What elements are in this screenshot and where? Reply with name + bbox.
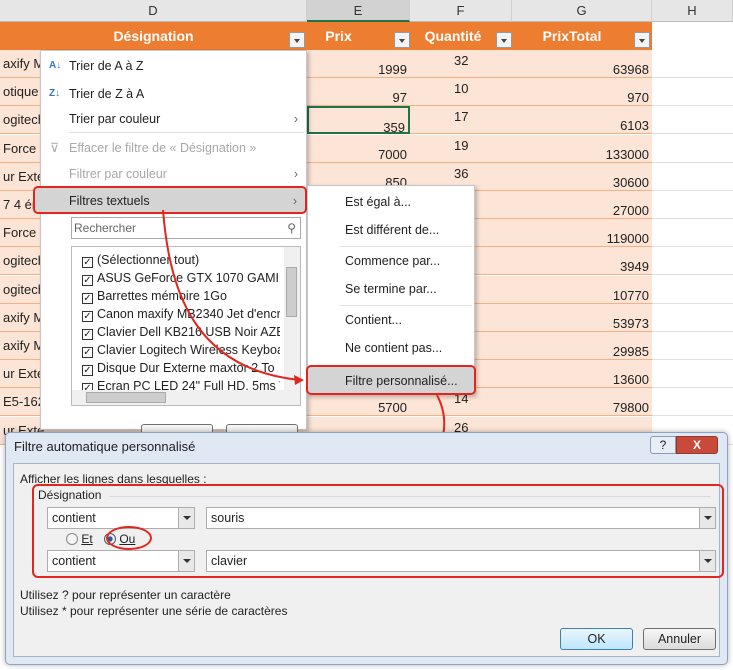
chevron-down-icon — [699, 551, 715, 571]
close-button[interactable]: X — [676, 436, 718, 454]
ok-button[interactable]: OK — [560, 628, 633, 650]
custom-autofilter-dialog: Filtre automatique personnalisé ? X Affi… — [5, 432, 728, 665]
dialog-title: Filtre automatique personnalisé — [14, 439, 196, 454]
operator-2-select[interactable]: contient — [47, 550, 195, 572]
value-2-input[interactable]: clavier — [206, 550, 716, 572]
cancel-button[interactable]: Annuler — [643, 628, 716, 650]
group-label: Désignation — [38, 488, 102, 502]
dialog-body: Afficher les lignes dans lesquelles : Dé… — [13, 463, 724, 657]
chevron-down-icon — [699, 508, 715, 528]
value-1-input[interactable]: souris — [206, 507, 716, 529]
hint-single: Utilisez ? pour représenter un caractère — [20, 588, 231, 602]
help-button[interactable]: ? — [650, 436, 676, 454]
chevron-down-icon — [178, 551, 194, 571]
hint-series: Utilisez * pour représenter une série de… — [20, 604, 288, 618]
radio-and[interactable]: Et — [66, 532, 93, 546]
chevron-down-icon — [178, 508, 194, 528]
